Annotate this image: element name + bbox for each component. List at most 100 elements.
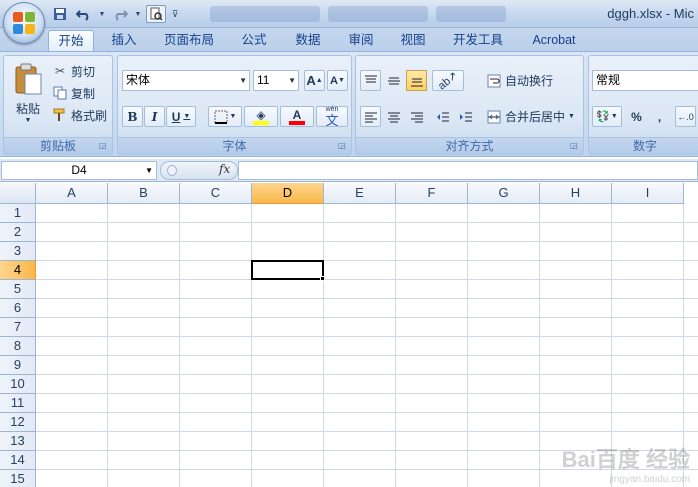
row-header[interactable]: 14	[0, 451, 36, 470]
accounting-format-button[interactable]: 💱 ▼	[592, 106, 622, 127]
row-header[interactable]: 9	[0, 356, 36, 375]
align-middle-button[interactable]	[383, 70, 404, 91]
row-header[interactable]: 13	[0, 432, 36, 451]
increase-decimal-icon: ←.0	[677, 111, 694, 122]
row-header[interactable]: 11	[0, 394, 36, 413]
tab-review[interactable]: 审阅	[341, 30, 381, 52]
row-header[interactable]: 2	[0, 223, 36, 242]
grid-line	[467, 204, 468, 487]
print-preview-icon[interactable]	[146, 5, 166, 23]
increase-decimal-button[interactable]: ←.0	[675, 106, 696, 127]
grid-line	[36, 355, 698, 356]
orientation-button[interactable]: ab↗	[432, 69, 464, 92]
insert-function-button[interactable]: fx	[219, 162, 230, 176]
grid-line	[107, 204, 108, 487]
column-header[interactable]: F	[396, 183, 468, 204]
formula-input[interactable]	[238, 161, 698, 180]
comma-button[interactable]: ,	[649, 106, 670, 127]
paste-button[interactable]: 粘贴 ▼	[8, 60, 48, 130]
decrease-indent-button[interactable]	[432, 106, 453, 127]
column-header[interactable]: A	[36, 183, 108, 204]
cut-button[interactable]: ✂ 剪切	[52, 62, 95, 80]
tab-acrobat[interactable]: Acrobat	[524, 30, 584, 52]
wrap-text-icon	[486, 74, 502, 88]
grid-line	[36, 241, 698, 242]
row-header[interactable]: 12	[0, 413, 36, 432]
increase-indent-button[interactable]	[455, 106, 476, 127]
row-header[interactable]: 4	[0, 261, 36, 280]
tab-developer[interactable]: 开发工具	[446, 30, 510, 52]
font-group: 宋体 ▼ 11 ▼ A ▲ A ▼ B I U ▼ ▼ ◈ A wén 文 字体…	[117, 55, 352, 155]
grid-line	[36, 336, 698, 337]
copy-button[interactable]: 复制	[52, 84, 95, 102]
column-header[interactable]: I	[612, 183, 684, 204]
chevron-down-icon: ▼	[239, 76, 247, 85]
customize-toolbar-icon[interactable]: ⊽	[170, 5, 180, 23]
align-left-button[interactable]	[360, 106, 381, 127]
column-header[interactable]: C	[180, 183, 252, 204]
row-header[interactable]: 3	[0, 242, 36, 261]
clipboard-launcher-icon[interactable]: ◲	[99, 141, 109, 151]
alignment-group: ab↗ 自动换行 合并后居中 ▼ 对齐方式 ◲	[355, 55, 584, 155]
align-top-button[interactable]	[360, 70, 381, 91]
tab-formulas[interactable]: 公式	[234, 30, 274, 52]
borders-button[interactable]: ▼	[208, 106, 242, 127]
fill-handle[interactable]	[320, 276, 325, 281]
paste-dropdown-icon[interactable]: ▼	[25, 117, 32, 124]
alignment-launcher-icon[interactable]: ◲	[570, 141, 580, 151]
tab-home[interactable]: 开始	[48, 30, 94, 53]
bold-button[interactable]: B	[122, 106, 143, 127]
redo-icon[interactable]	[110, 5, 130, 23]
column-header[interactable]: E	[324, 183, 396, 204]
align-right-button[interactable]	[406, 106, 427, 127]
fill-color-button[interactable]: ◈	[244, 106, 278, 127]
align-center-icon	[387, 112, 400, 122]
quick-access-toolbar: ▼ ▼ ⊽	[50, 4, 506, 24]
row-header[interactable]: 5	[0, 280, 36, 299]
column-header[interactable]: H	[540, 183, 612, 204]
percent-button[interactable]: %	[626, 106, 647, 127]
grow-font-button[interactable]: A ▲	[304, 70, 325, 91]
row-header[interactable]: 6	[0, 299, 36, 318]
format-painter-button[interactable]: 格式刷	[52, 106, 107, 124]
column-header[interactable]: G	[468, 183, 540, 204]
align-bottom-button[interactable]	[406, 70, 427, 91]
tab-data[interactable]: 数据	[288, 30, 328, 52]
wrap-text-button[interactable]: 自动换行	[486, 72, 553, 89]
office-button[interactable]	[3, 2, 45, 44]
font-launcher-icon[interactable]: ◲	[338, 141, 348, 151]
undo-icon[interactable]	[74, 5, 94, 23]
row-header[interactable]: 10	[0, 375, 36, 394]
tab-insert[interactable]: 插入	[104, 30, 144, 52]
row-header[interactable]: 1	[0, 204, 36, 223]
name-box[interactable]: D4 ▼	[1, 161, 157, 180]
clipboard-group-label: 剪贴板	[4, 137, 112, 154]
row-header[interactable]: 15	[0, 470, 36, 487]
align-center-button[interactable]	[383, 106, 404, 127]
font-color-button[interactable]: A	[280, 106, 314, 127]
row-header[interactable]: 7	[0, 318, 36, 337]
merge-center-button[interactable]: 合并后居中 ▼	[486, 108, 575, 125]
font-size-select[interactable]: 11 ▼	[253, 70, 299, 91]
tab-page-layout[interactable]: 页面布局	[158, 30, 220, 52]
underline-button[interactable]: U ▼	[166, 106, 196, 127]
tab-view[interactable]: 视图	[393, 30, 433, 52]
column-header[interactable]: B	[108, 183, 180, 204]
grid-line	[323, 204, 324, 487]
grid-line	[36, 260, 698, 261]
select-all-corner[interactable]	[0, 183, 36, 204]
grid-line	[36, 317, 698, 318]
align-left-icon	[364, 112, 377, 122]
active-cell[interactable]	[251, 260, 324, 280]
redo-dropdown-icon[interactable]: ▼	[134, 5, 142, 23]
italic-button[interactable]: I	[144, 106, 165, 127]
row-header[interactable]: 8	[0, 337, 36, 356]
save-icon[interactable]	[50, 5, 70, 23]
phonetic-guide-button[interactable]: wén 文	[316, 106, 348, 127]
font-color-bar	[289, 120, 305, 125]
column-header[interactable]: D	[252, 183, 324, 204]
shrink-font-button[interactable]: A ▼	[327, 70, 348, 91]
font-name-select[interactable]: 宋体 ▼	[122, 70, 250, 91]
undo-dropdown-icon[interactable]: ▼	[98, 5, 106, 23]
number-format-select[interactable]: 常规	[592, 70, 698, 91]
